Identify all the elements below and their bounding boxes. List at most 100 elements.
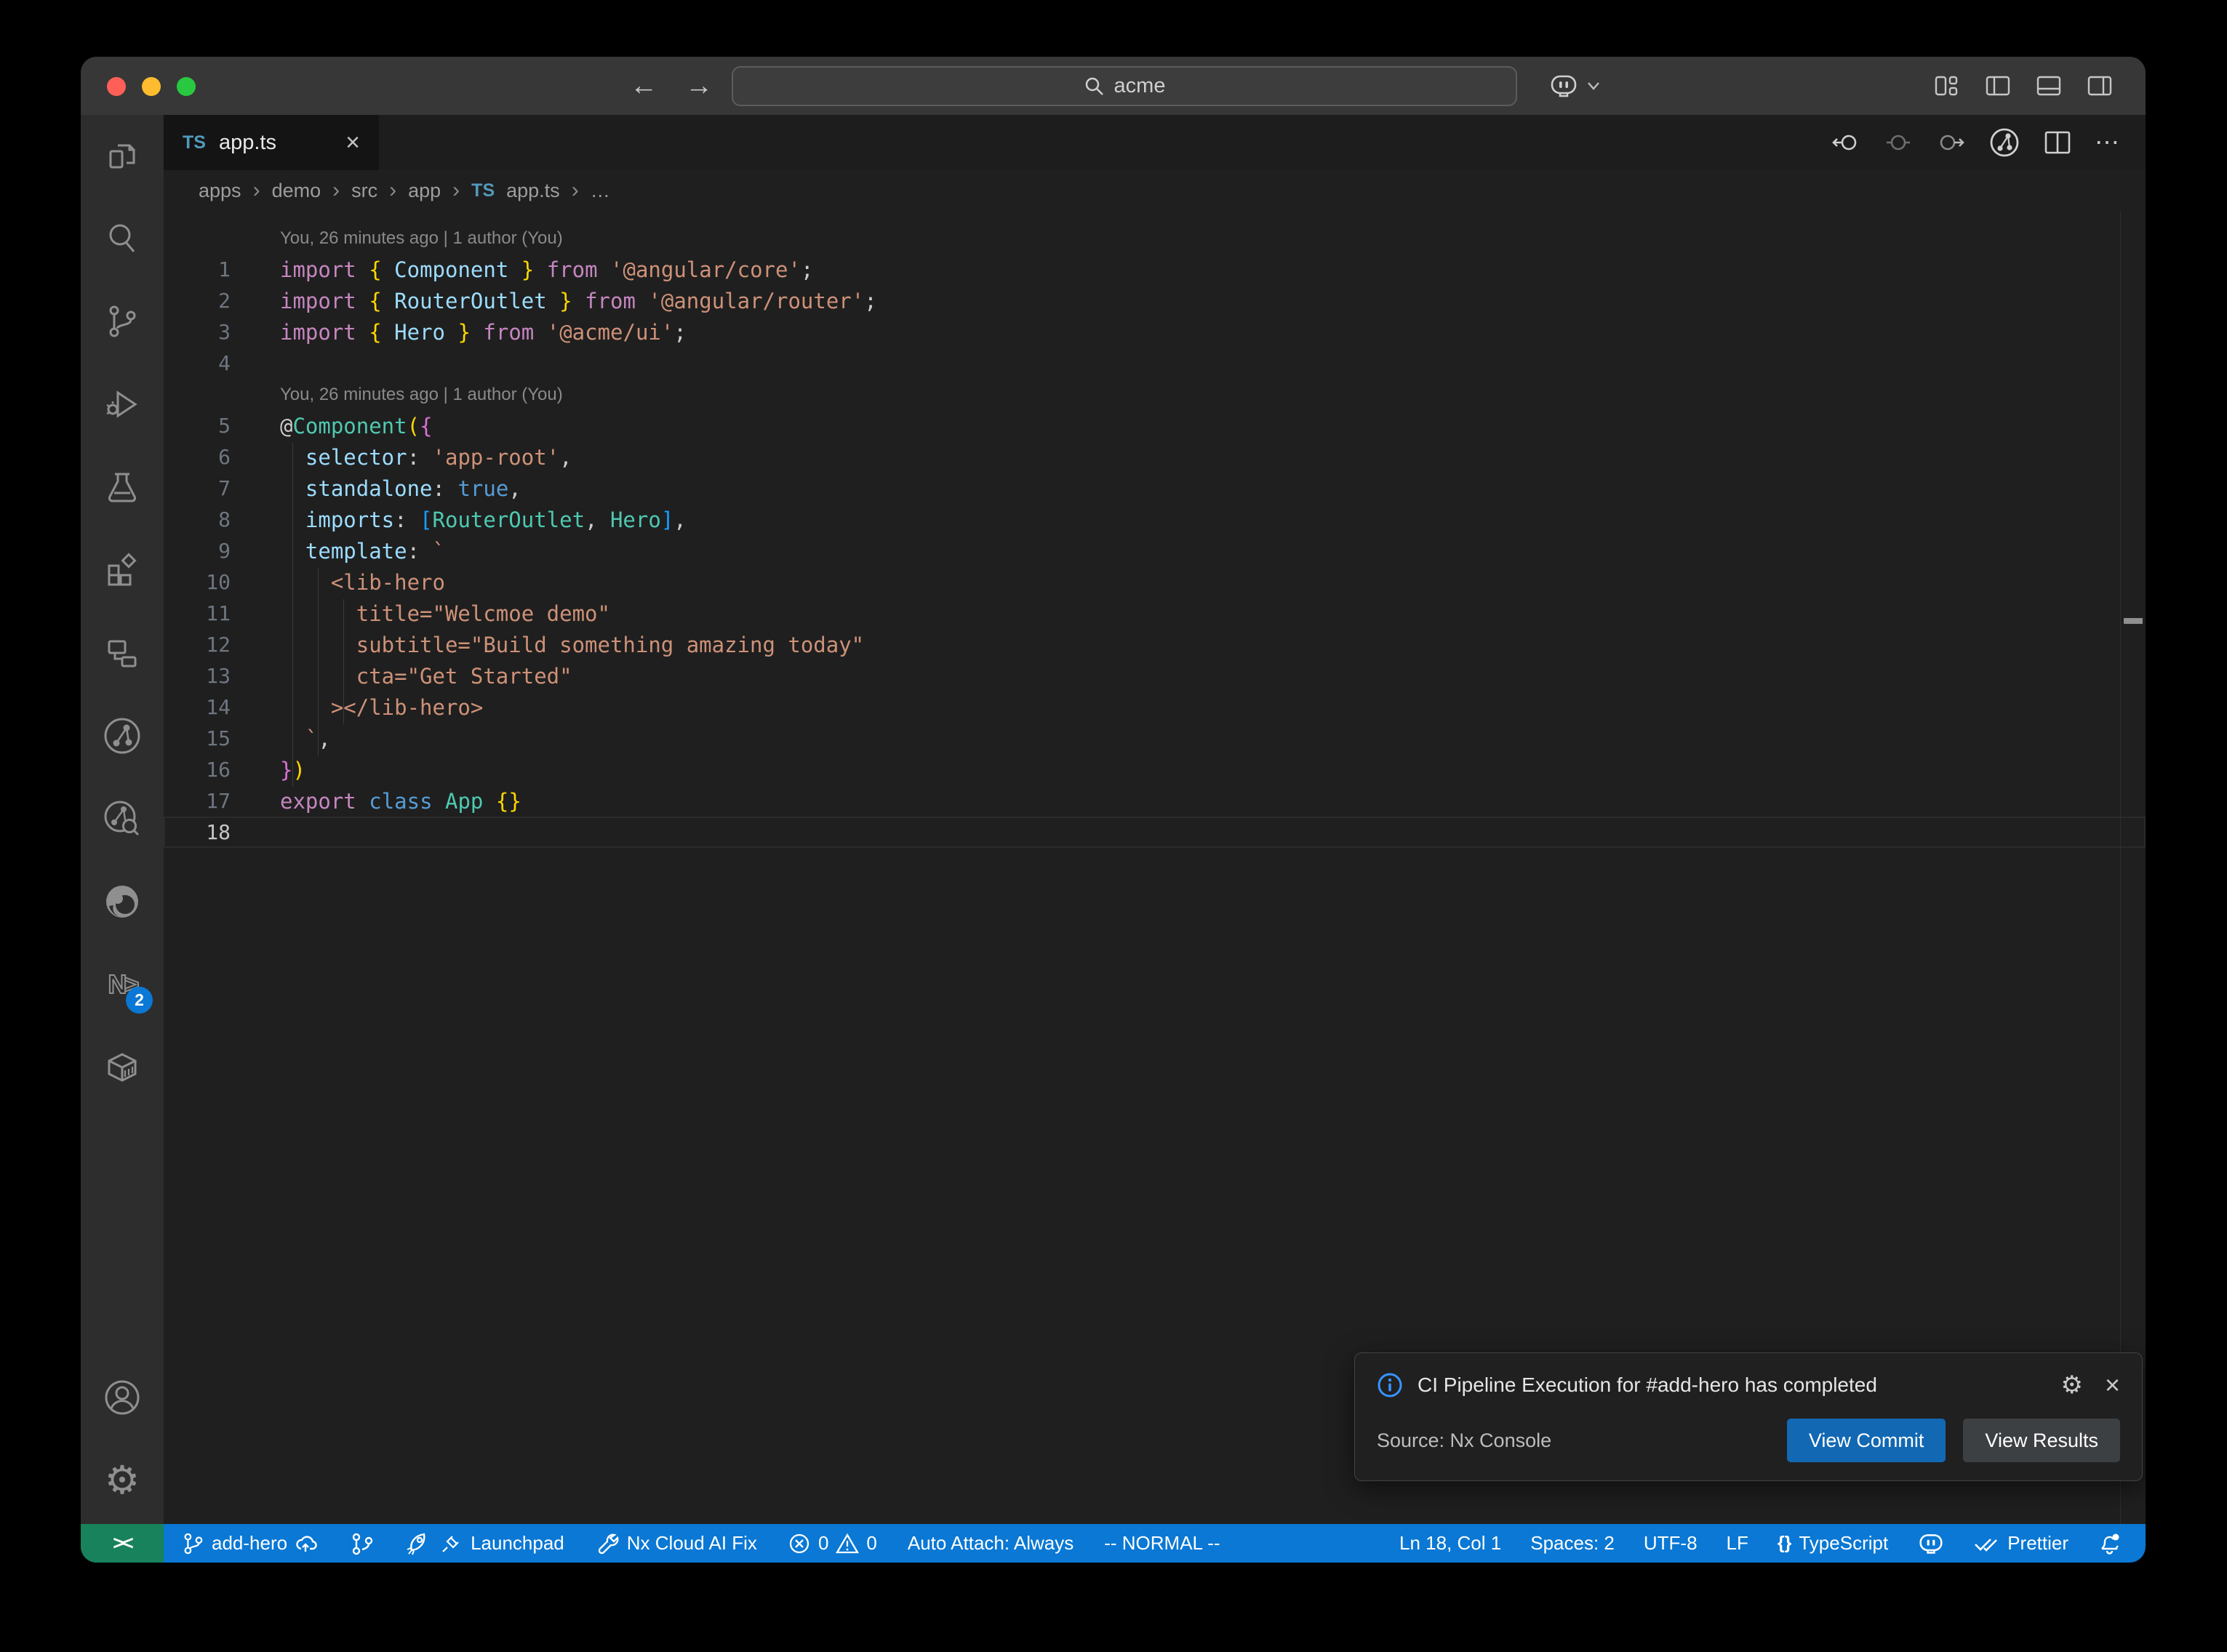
code-line: 8 imports: [RouterOutlet, Hero], bbox=[164, 504, 2146, 535]
breadcrumb-item[interactable]: src bbox=[351, 180, 377, 202]
auto-attach-item[interactable]: Auto Attach: Always bbox=[908, 1532, 1073, 1555]
line-number: 10 bbox=[164, 570, 231, 594]
navigate-back-icon[interactable]: ← bbox=[630, 71, 657, 102]
testing-icon[interactable] bbox=[99, 464, 145, 510]
nx-graph-search-icon[interactable] bbox=[99, 795, 145, 842]
code-line: 9 template: ` bbox=[164, 535, 2146, 566]
zoom-window-button[interactable] bbox=[177, 77, 196, 96]
code-line-content: export class App {} bbox=[231, 789, 521, 814]
code-area[interactable]: You, 26 minutes ago | 1 author (You) 1imp… bbox=[164, 211, 2146, 1524]
code-line: 16}) bbox=[164, 754, 2146, 785]
line-number: 15 bbox=[164, 726, 231, 750]
overview-ruler[interactable] bbox=[2120, 211, 2146, 1524]
code-line: 7 standalone: true, bbox=[164, 473, 2146, 504]
source-control-icon[interactable] bbox=[99, 298, 145, 345]
line-number: 3 bbox=[164, 320, 231, 344]
code-line-content: standalone: true, bbox=[231, 476, 521, 501]
explorer-icon[interactable] bbox=[99, 132, 145, 179]
copilot-status-item[interactable] bbox=[1917, 1531, 1945, 1556]
git-branch-icon bbox=[181, 1532, 204, 1555]
view-results-button[interactable]: View Results bbox=[1963, 1419, 2120, 1462]
indentation-item[interactable]: Spaces: 2 bbox=[1530, 1532, 1615, 1555]
git-compare-item[interactable] bbox=[350, 1531, 375, 1556]
copilot-icon bbox=[1548, 72, 1579, 100]
blame-annotation: You, 26 minutes ago | 1 author (You) bbox=[164, 222, 2146, 254]
nx-badge: 2 bbox=[126, 987, 153, 1014]
close-icon[interactable]: × bbox=[2105, 1372, 2120, 1398]
edge-devtools-icon[interactable] bbox=[99, 878, 145, 925]
command-center[interactable]: acme bbox=[732, 66, 1517, 106]
minimize-window-button[interactable] bbox=[142, 77, 161, 96]
formatter-item[interactable]: Prettier bbox=[1974, 1532, 2068, 1555]
extensions-icon[interactable] bbox=[99, 547, 145, 593]
toggle-secondary-sidebar-icon[interactable] bbox=[2087, 75, 2112, 97]
notifications-bell-item[interactable] bbox=[2098, 1531, 2121, 1556]
nx-console-icon[interactable]: N> 2 bbox=[99, 961, 145, 1008]
tab-close-icon[interactable]: × bbox=[345, 130, 360, 155]
rocket-icon bbox=[405, 1531, 431, 1557]
toggle-panel-icon[interactable] bbox=[2036, 75, 2061, 97]
problems-item[interactable]: 0 0 bbox=[788, 1532, 877, 1555]
code-line: 5@Component({ bbox=[164, 410, 2146, 441]
line-number: 9 bbox=[164, 539, 231, 563]
view-commit-button[interactable]: View Commit bbox=[1787, 1419, 1946, 1462]
nx-cloud-ai-fix-item[interactable]: Nx Cloud AI Fix bbox=[595, 1531, 757, 1556]
search-icon[interactable] bbox=[99, 215, 145, 262]
customize-layout-icon[interactable] bbox=[1935, 75, 1959, 97]
breadcrumb-symbol-tail[interactable]: … bbox=[591, 180, 610, 202]
line-number: 5 bbox=[164, 414, 231, 438]
code-line-content: import { Hero } from '@acme/ui'; bbox=[231, 320, 687, 345]
git-branch-item[interactable]: add-hero bbox=[181, 1532, 319, 1555]
code-line: 18 bbox=[164, 817, 2146, 848]
vscode-window: ← → acme bbox=[81, 57, 2146, 1563]
settings-gear-icon[interactable]: ⚙ bbox=[99, 1457, 145, 1504]
plug-icon bbox=[439, 1531, 463, 1556]
more-actions-icon[interactable]: ⋯ bbox=[2095, 128, 2121, 157]
navigate-forward-icon[interactable]: → bbox=[685, 71, 713, 102]
toggle-primary-sidebar-icon[interactable] bbox=[1986, 75, 2010, 97]
breadcrumb-file[interactable]: app.ts bbox=[506, 180, 560, 202]
blame-annotation: You, 26 minutes ago | 1 author (You) bbox=[164, 379, 2146, 410]
blame-text[interactable]: You, 26 minutes ago | 1 author (You) bbox=[164, 385, 563, 405]
nx-graph-icon[interactable] bbox=[99, 713, 145, 759]
remote-indicator[interactable]: >< bbox=[81, 1524, 164, 1563]
cursor-position-item[interactable]: Ln 18, Col 1 bbox=[1399, 1532, 1501, 1555]
indent-guide bbox=[292, 443, 293, 787]
vim-mode-item[interactable]: -- NORMAL -- bbox=[1104, 1532, 1220, 1555]
run-debug-icon[interactable] bbox=[99, 381, 145, 428]
eol-item[interactable]: LF bbox=[1727, 1532, 1748, 1555]
code-line-content: ></lib-hero> bbox=[231, 695, 483, 720]
code-line: 1import { Component } from '@angular/cor… bbox=[164, 254, 2146, 285]
code-line: 15 `, bbox=[164, 723, 2146, 754]
containers-icon[interactable] bbox=[99, 1044, 145, 1091]
blame-text[interactable]: You, 26 minutes ago | 1 author (You) bbox=[164, 228, 563, 249]
command-center-text: acme bbox=[1114, 74, 1166, 98]
split-editor-icon[interactable] bbox=[2044, 129, 2071, 156]
go-back-icon[interactable] bbox=[1831, 128, 1860, 157]
project-references-icon[interactable] bbox=[99, 630, 145, 676]
traffic-lights bbox=[107, 77, 196, 96]
tab-app-ts[interactable]: TS app.ts × bbox=[164, 115, 379, 170]
go-forward-icon[interactable] bbox=[1936, 128, 1965, 157]
breadcrumb-item[interactable]: apps bbox=[199, 180, 241, 202]
breadcrumb-item[interactable]: demo bbox=[272, 180, 321, 202]
line-number: 14 bbox=[164, 695, 231, 719]
info-icon bbox=[1377, 1372, 1403, 1398]
breadcrumb-item[interactable]: app bbox=[408, 180, 441, 202]
code-line: 11 title="Welcmoe demo" bbox=[164, 598, 2146, 629]
accounts-icon[interactable] bbox=[99, 1374, 145, 1421]
copilot-menu-button[interactable] bbox=[1548, 57, 1601, 115]
language-mode-item[interactable]: {} TypeScript bbox=[1778, 1532, 1888, 1555]
search-icon bbox=[1084, 76, 1105, 97]
tab-label: app.ts bbox=[219, 131, 276, 155]
tab-bar: TS app.ts × bbox=[164, 115, 2146, 170]
last-edit-location-icon[interactable] bbox=[1884, 128, 1913, 157]
close-window-button[interactable] bbox=[107, 77, 126, 96]
code-line: 14 ></lib-hero> bbox=[164, 691, 2146, 723]
notification-settings-icon[interactable]: ⚙ bbox=[2060, 1371, 2082, 1400]
code-line: 12 subtitle="Build something amazing tod… bbox=[164, 629, 2146, 660]
nx-graph-file-icon[interactable] bbox=[1988, 127, 2020, 159]
launchpad-item[interactable]: Launchpad bbox=[405, 1531, 564, 1557]
encoding-item[interactable]: UTF-8 bbox=[1644, 1532, 1698, 1555]
wrench-icon bbox=[595, 1531, 620, 1556]
